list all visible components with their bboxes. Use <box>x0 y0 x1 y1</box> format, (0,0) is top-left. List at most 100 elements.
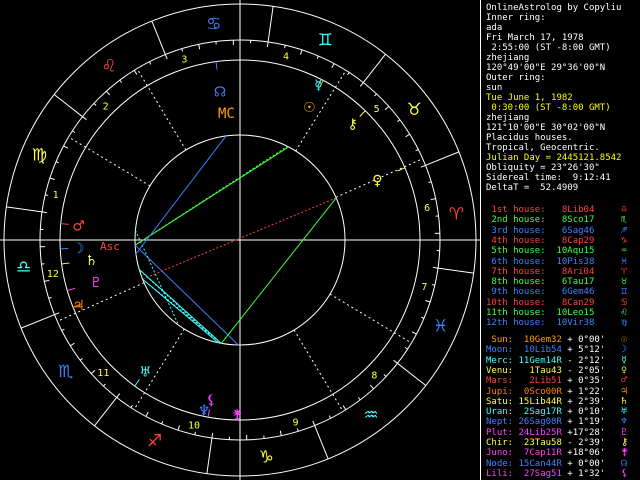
planet-row: Venu: 1Tau43 - 2°05' <box>486 366 605 376</box>
sign-divider <box>6 206 43 213</box>
outer-name: sun <box>486 83 503 93</box>
planet-name: Jupi: <box>486 386 519 397</box>
degree-tick <box>90 369 96 375</box>
house-cusp-label: 6th house: <box>486 256 546 267</box>
degree-tick <box>145 411 149 417</box>
planet-icon: ☽ <box>72 241 85 257</box>
degree-tick <box>296 428 299 432</box>
planet-position: 1Tau43 <box>518 365 562 376</box>
zodiac-type: Tropical, Geocentric. <box>486 143 600 153</box>
degree-tick <box>411 331 417 335</box>
house-cusp-value: 10Aqu15 <box>545 246 595 257</box>
degree-tick <box>41 211 48 214</box>
sign-divider <box>362 53 386 83</box>
sign-icon: ♓ <box>621 255 628 267</box>
sign-divider <box>314 425 329 460</box>
house-cusp-value: 10Pis38 <box>545 256 595 267</box>
degree-tick <box>357 397 361 401</box>
planet-latitude: - 2°12' <box>561 355 606 366</box>
planet-tick <box>215 61 218 70</box>
planet-row: Node: 15Can44R + 0°00' <box>486 459 605 469</box>
planet-icon: ⚸ <box>206 392 216 408</box>
planet-position: 10Lib54 <box>518 345 562 356</box>
degree-tick <box>211 432 214 439</box>
zodiac-sign-icon: ♑ <box>259 447 274 467</box>
house-number: 8 <box>371 370 377 381</box>
outer-date: Tue June 1, 1982 <box>486 93 573 103</box>
degree-tick <box>48 296 52 299</box>
planet-row: Chir: 23Tau58 - 2°39' <box>486 438 605 448</box>
planet-row: Jupi: 0Sco00R + 1°22' <box>486 387 605 397</box>
house-number: 10 <box>188 420 200 431</box>
house-cusp-line <box>68 136 151 187</box>
planet-latitude: +18°06' <box>561 448 606 459</box>
degree-tick <box>425 300 431 303</box>
house-system: Placidus houses. <box>486 133 573 143</box>
planet-latitude: +17°28' <box>561 427 606 438</box>
planet-icon: ♃ <box>72 298 85 314</box>
degree-tick <box>369 384 375 390</box>
degree-tick <box>177 425 180 431</box>
outer-coords: 121°10'00"E 30°02'00"N <box>486 123 606 133</box>
house-cusp-label: 12th house: <box>486 318 546 329</box>
sign-divider <box>397 362 427 386</box>
planet-row: Plut: 24Lib25R +17°28' <box>486 428 605 438</box>
house-cusp-line <box>293 329 344 412</box>
house-cusp-value: 6Tau17 <box>545 277 595 288</box>
planet-latitude: + 1°19' <box>561 417 606 428</box>
planet-position: 15Lib44R <box>518 396 562 407</box>
planet-icon: ⚷ <box>348 117 358 133</box>
sign-divider <box>20 314 55 329</box>
sign-divider <box>437 267 474 274</box>
planet-name: Mars: <box>486 376 519 387</box>
planet-row: Satu: 15Lib44R + 2°39' <box>486 397 605 407</box>
sign-icon: ♍ <box>621 317 628 329</box>
planet-name: Nept: <box>486 417 519 428</box>
degree-tick <box>93 103 97 106</box>
house-cusp-row: 6th house: 10Pis38 <box>486 257 594 267</box>
house-cusp-value: 8Cap29 <box>545 235 595 246</box>
degree-tick <box>432 266 439 269</box>
house-cusp-value: 8Ari04 <box>545 266 595 277</box>
inner-ring-label: Inner ring: <box>486 13 546 23</box>
degree-tick <box>49 177 55 180</box>
house-cusp-row: 12th house: 10Vir38 <box>486 318 594 328</box>
planet-glyph-icon: ♂ <box>621 375 628 387</box>
house-number: 9 <box>293 418 299 429</box>
planet-row: Nept: 26Sag08R + 1°19' <box>486 417 605 427</box>
planet-latitude: - 2°05' <box>561 365 606 376</box>
planet-glyph-icon: ☽ <box>621 344 628 356</box>
degree-tick <box>328 415 332 419</box>
house-cusp-label: 5th house: <box>486 246 546 257</box>
planet-name: Merc: <box>486 355 519 366</box>
planet-glyph-icon: ♆ <box>621 416 628 428</box>
planet-row: Juno: 7Cap11R +18°06' <box>486 448 605 458</box>
degree-tick <box>181 48 184 52</box>
mc-label: MC <box>218 106 235 122</box>
planet-icon: ♅ <box>139 364 152 380</box>
planet-row: Sun: 10Gem32 + 0°00' <box>486 335 605 345</box>
planet-name: Lili: <box>486 468 519 479</box>
house-number: 2 <box>103 102 109 113</box>
house-cusp-row: 8th house: 6Tau17 <box>486 277 594 287</box>
aspect-line <box>138 269 222 344</box>
planet-position: 11Gem14R <box>518 355 562 366</box>
degree-tick <box>130 404 133 408</box>
planet-position: 2Sag17R <box>518 407 562 418</box>
degree-tick <box>405 133 411 138</box>
degree-tick <box>384 105 390 111</box>
house-cusp-label: 10th house: <box>486 297 546 308</box>
planet-name: Juno: <box>486 448 519 459</box>
sidereal-time: Sidereal time: 9:12:41 <box>486 173 611 183</box>
degree-tick <box>428 181 432 184</box>
house-cusp-row: 2nd house: 8Sco17 <box>486 215 594 225</box>
aspect-line <box>134 146 289 246</box>
degree-tick <box>284 45 286 49</box>
degree-tick <box>116 393 121 398</box>
house-number: 4 <box>283 52 289 63</box>
zodiac-sign-icon: ♒ <box>363 405 378 425</box>
planet-tick <box>61 262 70 265</box>
planet-row: Uran: 2Sag17R + 0°10' <box>486 407 605 417</box>
planet-position: 15Can44R <box>518 458 562 469</box>
degree-tick <box>374 93 377 97</box>
